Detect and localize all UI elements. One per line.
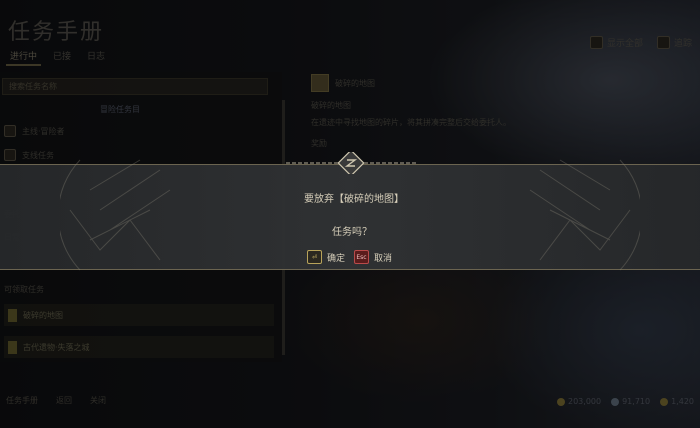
enter-key-icon: ⏎ bbox=[307, 250, 322, 264]
confirm-label: 确定 bbox=[327, 253, 346, 264]
cancel-label: 取消 bbox=[374, 253, 393, 264]
decorative-pattern-left bbox=[60, 159, 171, 271]
dialog-ornament-icon bbox=[286, 152, 416, 174]
decorative-pattern-right bbox=[529, 159, 640, 271]
cancel-button[interactable]: Esc 取消 bbox=[354, 250, 392, 264]
esc-key-icon: Esc bbox=[354, 250, 369, 264]
dialog-message-line1: 要放弃【破碎的地图】 bbox=[304, 194, 404, 205]
dialog-message-line2: 任务吗？ bbox=[332, 227, 372, 238]
confirm-button[interactable]: ⏎ 确定 bbox=[307, 250, 345, 264]
